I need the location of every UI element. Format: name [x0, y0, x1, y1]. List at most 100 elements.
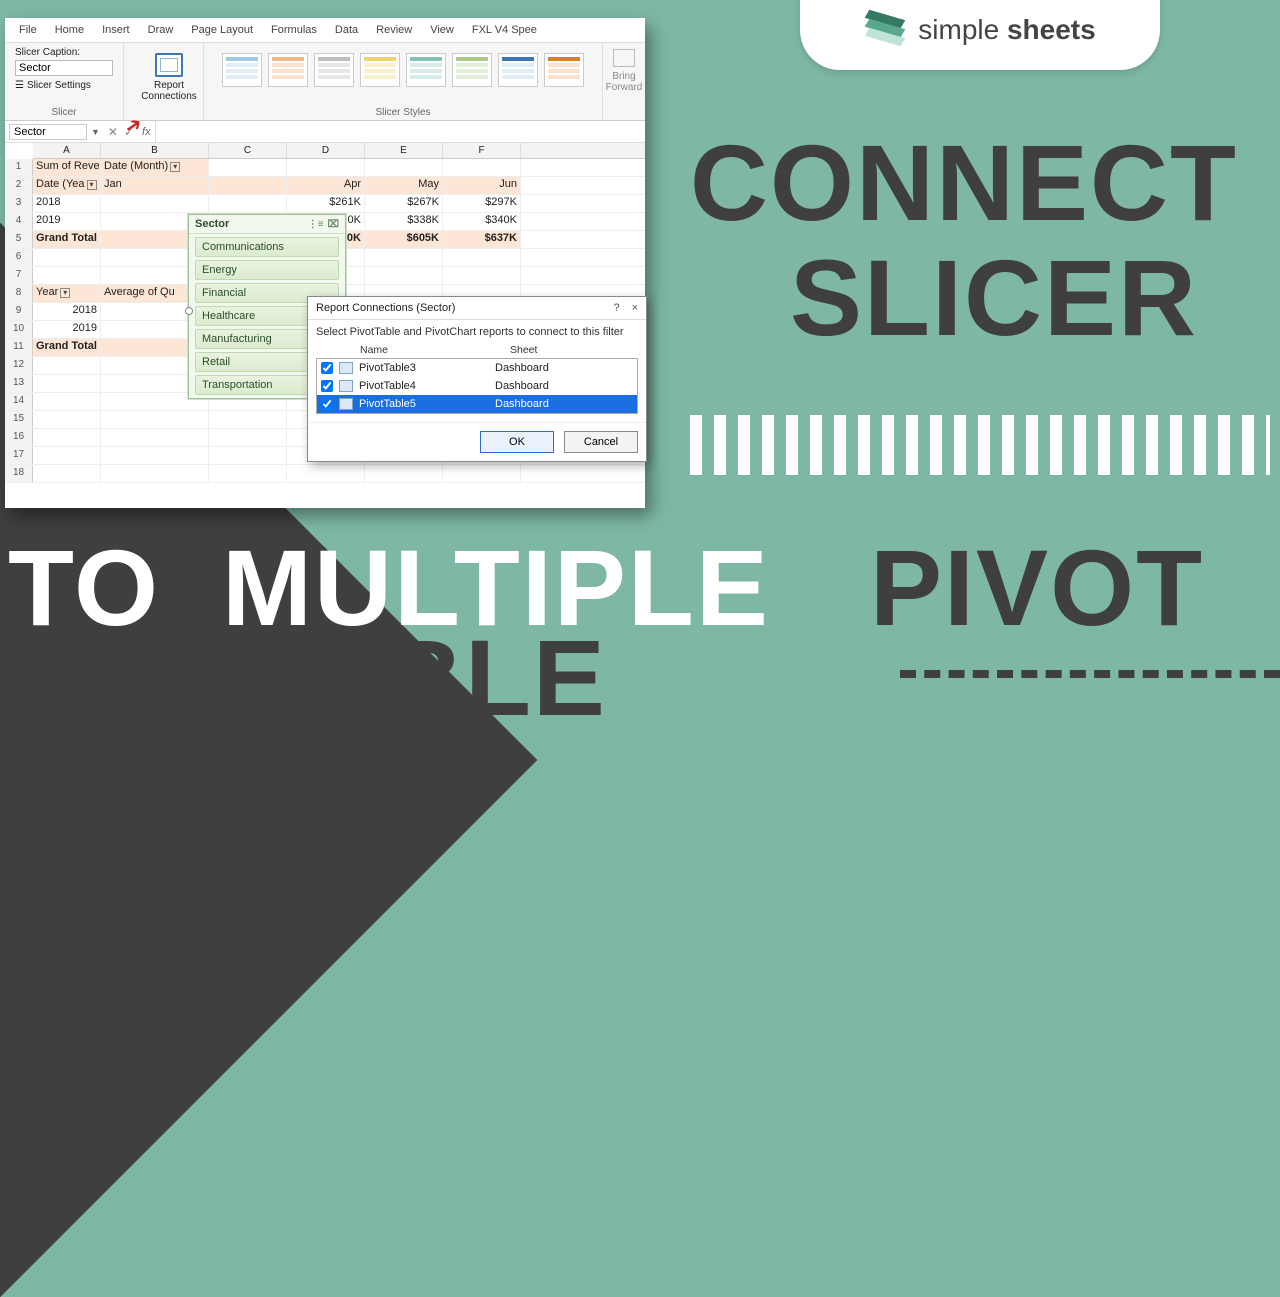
- style-swatch-8[interactable]: [544, 53, 584, 87]
- pivottable-icon: [339, 380, 353, 392]
- cell[interactable]: $340K: [443, 213, 521, 230]
- cell[interactable]: $637K: [443, 231, 521, 248]
- pivottable-icon: [339, 398, 353, 410]
- slicer-header: Sector ⋮≡ ⌧: [189, 215, 345, 234]
- style-swatch-5[interactable]: [406, 53, 446, 87]
- dialog-row[interactable]: PivotTable3 Dashboard: [317, 359, 637, 377]
- dialog-row-selected[interactable]: PivotTable5 Dashboard: [317, 395, 637, 413]
- cell[interactable]: 2019: [33, 213, 101, 230]
- row-sheet: Dashboard: [495, 380, 549, 392]
- report-connections-icon: [155, 53, 183, 77]
- clear-filter-icon[interactable]: ⌧: [327, 219, 339, 230]
- style-swatch-4[interactable]: [360, 53, 400, 87]
- slicer-styles-gallery[interactable]: [214, 47, 592, 87]
- style-swatch-2[interactable]: [268, 53, 308, 87]
- cell[interactable]: $338K: [365, 213, 443, 230]
- headline-pivot: PIVOT: [870, 525, 1204, 650]
- excel-window: File Home Insert Draw Page Layout Formul…: [5, 18, 645, 508]
- dropdown-icon[interactable]: ▾: [60, 288, 70, 298]
- col-name: Name: [360, 344, 510, 356]
- dialog-titlebar: Report Connections (Sector) ? ×: [308, 297, 646, 320]
- row-checkbox[interactable]: [321, 362, 333, 374]
- row-checkbox[interactable]: [321, 398, 333, 410]
- namebox-dropdown-icon[interactable]: ▼: [91, 127, 100, 137]
- multiselect-icon[interactable]: ⋮≡: [308, 219, 324, 230]
- tab-file[interactable]: File: [19, 24, 37, 36]
- formula-input[interactable]: [155, 121, 645, 142]
- tab-insert[interactable]: Insert: [102, 24, 130, 36]
- row-name: PivotTable3: [359, 362, 489, 374]
- tab-addin[interactable]: FXL V4 Spee: [472, 24, 537, 36]
- cell[interactable]: May: [365, 177, 443, 194]
- row-checkbox[interactable]: [321, 380, 333, 392]
- tab-home[interactable]: Home: [55, 24, 84, 36]
- ribbon-report-connections: Report Connections: [124, 43, 204, 121]
- col-d[interactable]: D: [287, 143, 365, 158]
- bring-forward-label: Bring Forward: [603, 71, 645, 93]
- headline-connect: CONNECT: [690, 120, 1238, 245]
- tab-data[interactable]: Data: [335, 24, 358, 36]
- cell[interactable]: Jan: [101, 177, 209, 194]
- cell[interactable]: Jun: [443, 177, 521, 194]
- cancel-icon[interactable]: ✕: [108, 125, 118, 139]
- row-head[interactable]: 1: [5, 159, 33, 176]
- group-label-styles: Slicer Styles: [375, 107, 430, 118]
- cell[interactable]: Sum of Reve: [33, 159, 101, 176]
- tab-formulas[interactable]: Formulas: [271, 24, 317, 36]
- row-sheet: Dashboard: [495, 398, 549, 410]
- cell[interactable]: $605K: [365, 231, 443, 248]
- dialog-title: Report Connections (Sector): [316, 302, 455, 314]
- report-connections-dialog: Report Connections (Sector) ? × Select P…: [307, 296, 647, 462]
- col-c[interactable]: C: [209, 143, 287, 158]
- col-a[interactable]: A: [33, 143, 101, 158]
- cell[interactable]: Grand Total: [33, 339, 101, 356]
- help-icon[interactable]: ?: [613, 302, 619, 314]
- decor-dashes: [900, 670, 1280, 680]
- brand-logo: simple sheets: [800, 0, 1160, 70]
- cell[interactable]: Grand Total: [33, 231, 101, 248]
- cell[interactable]: 2018: [33, 303, 101, 320]
- col-b[interactable]: B: [101, 143, 209, 158]
- slicer-caption-input[interactable]: [15, 60, 113, 76]
- cell[interactable]: $267K: [365, 195, 443, 212]
- pivottable-icon: [339, 362, 353, 374]
- col-e[interactable]: E: [365, 143, 443, 158]
- tab-draw[interactable]: Draw: [148, 24, 174, 36]
- headline-table: TABLE: [245, 615, 607, 740]
- dialog-row[interactable]: PivotTable4 Dashboard: [317, 377, 637, 395]
- dialog-instruction: Select PivotTable and PivotChart reports…: [308, 320, 646, 342]
- cell[interactable]: Date (Yea▾: [33, 177, 101, 194]
- close-icon[interactable]: ×: [632, 302, 638, 314]
- dialog-list: PivotTable3 Dashboard PivotTable4 Dashbo…: [316, 358, 638, 414]
- slicer-settings-button[interactable]: ☰ Slicer Settings: [15, 80, 91, 91]
- style-swatch-6[interactable]: [452, 53, 492, 87]
- tab-review[interactable]: Review: [376, 24, 412, 36]
- style-swatch-1[interactable]: [222, 53, 262, 87]
- settings-icon: ☰: [15, 80, 24, 91]
- cell[interactable]: 2019: [33, 321, 101, 338]
- cell[interactable]: $297K: [443, 195, 521, 212]
- report-connections-button[interactable]: Report Connections: [134, 47, 204, 107]
- tab-view[interactable]: View: [430, 24, 454, 36]
- bring-forward-button[interactable]: Bring Forward: [603, 43, 645, 93]
- slicer-settings-label: Slicer Settings: [27, 80, 91, 91]
- cell[interactable]: 2018: [33, 195, 101, 212]
- cell[interactable]: Apr: [287, 177, 365, 194]
- cell[interactable]: Year▾: [33, 285, 101, 302]
- cell[interactable]: Date (Month)▾: [101, 159, 209, 176]
- ok-button[interactable]: OK: [480, 431, 554, 453]
- cell[interactable]: $261K: [287, 195, 365, 212]
- cancel-button[interactable]: Cancel: [564, 431, 638, 453]
- name-box[interactable]: [9, 124, 87, 140]
- slicer-item[interactable]: Energy: [195, 260, 339, 280]
- col-f[interactable]: F: [443, 143, 521, 158]
- tab-pagelayout[interactable]: Page Layout: [191, 24, 253, 36]
- row-name: PivotTable5: [359, 398, 489, 410]
- report-connections-label: Report Connections: [134, 80, 204, 102]
- dropdown-icon[interactable]: ▾: [170, 162, 180, 172]
- slicer-item[interactable]: Communications: [195, 237, 339, 257]
- style-swatch-7[interactable]: [498, 53, 538, 87]
- style-swatch-3[interactable]: [314, 53, 354, 87]
- col-sheet: Sheet: [510, 344, 537, 356]
- dropdown-icon[interactable]: ▾: [87, 180, 97, 190]
